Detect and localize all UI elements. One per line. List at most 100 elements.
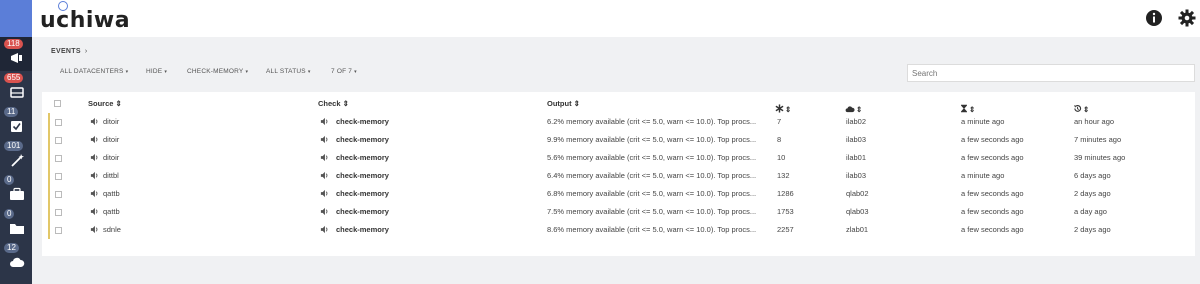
row-checkbox[interactable]: [55, 209, 62, 216]
age-cell: an hour ago: [1074, 117, 1115, 126]
source-cell[interactable]: ditoir: [103, 135, 119, 144]
row-checkbox[interactable]: [55, 137, 62, 144]
aggregates-count-badge: 0: [4, 175, 15, 185]
datacenter-cell: ilab03: [846, 171, 867, 180]
check-cell[interactable]: check-memory: [336, 171, 389, 180]
datacenter-cell: qlab03: [846, 207, 869, 216]
column-header-check[interactable]: Check ⇕: [318, 99, 349, 108]
check-cell[interactable]: check-memory: [336, 225, 389, 234]
sidebar-item-clients[interactable]: 655: [0, 71, 32, 105]
cloud-icon: [10, 257, 25, 267]
chevron-down-icon: ▾: [307, 69, 311, 75]
status-filter-dropdown[interactable]: ALL STATUS ▾: [266, 68, 311, 75]
occurrences-cell: 2257: [777, 225, 794, 234]
sidebar-item-checks[interactable]: 11: [0, 105, 32, 139]
sidebar-item-events[interactable]: 118: [0, 37, 32, 71]
volume-icon[interactable]: [90, 189, 99, 198]
output-cell: 6.4% memory available (crit <= 5.0, warn…: [547, 171, 757, 180]
sidebar: 118 655 11 101 0 0 12: [0, 0, 32, 284]
volume-icon[interactable]: [320, 171, 329, 180]
volume-icon[interactable]: [90, 207, 99, 216]
table-row[interactable]: qattb check-memory 6.8% memory available…: [48, 185, 1188, 203]
gear-icon[interactable]: [1178, 9, 1196, 27]
source-cell[interactable]: ditoir: [103, 117, 119, 126]
datacenter-filter-dropdown[interactable]: ALL DATACENTERS ▾: [60, 68, 128, 75]
last-seen-cell: a few seconds ago: [961, 135, 1024, 144]
warning-status-bar: [48, 185, 50, 203]
volume-icon[interactable]: [320, 135, 329, 144]
search-input[interactable]: [907, 64, 1195, 82]
asterisk-icon: [775, 104, 784, 113]
check-filter-dropdown[interactable]: CHECK-MEMORY ▾: [187, 68, 248, 75]
chevron-down-icon: ▾: [354, 69, 357, 75]
last-seen-cell: a few seconds ago: [961, 153, 1024, 162]
row-checkbox[interactable]: [55, 191, 62, 198]
logo-bubble-icon: [58, 1, 68, 11]
breadcrumb: EVENTS ›: [51, 48, 87, 55]
table-row[interactable]: sdnle check-memory 8.6% memory available…: [48, 221, 1188, 239]
clients-count-badge: 655: [4, 73, 24, 83]
volume-icon[interactable]: [90, 153, 99, 162]
chevron-down-icon: ▾: [125, 69, 129, 75]
row-checkbox[interactable]: [55, 155, 62, 162]
hide-filter-label: HIDE: [146, 68, 163, 75]
status-filter-label: ALL STATUS: [266, 68, 306, 75]
breadcrumb-events[interactable]: EVENTS: [51, 48, 81, 55]
column-header-output[interactable]: Output ⇕: [547, 99, 580, 108]
source-cell[interactable]: sdnle: [103, 225, 121, 234]
history-icon: [1074, 105, 1082, 112]
count-filter-dropdown[interactable]: 7 OF 7 ▾: [331, 68, 357, 75]
table-row[interactable]: ditoir check-memory 9.9% memory availabl…: [48, 131, 1188, 149]
sidebar-item-stashes[interactable]: 101: [0, 139, 32, 173]
volume-icon[interactable]: [320, 153, 329, 162]
row-checkbox[interactable]: [55, 119, 62, 126]
volume-icon[interactable]: [320, 207, 329, 216]
row-checkbox[interactable]: [55, 227, 62, 234]
output-cell: 7.5% memory available (crit <= 5.0, warn…: [547, 207, 757, 216]
source-cell[interactable]: dittbl: [103, 171, 119, 180]
output-cell: 6.2% memory available (crit <= 5.0, warn…: [547, 117, 757, 126]
column-header-source[interactable]: Source ⇕: [88, 99, 122, 108]
volume-icon[interactable]: [90, 135, 99, 144]
volume-icon[interactable]: [320, 189, 329, 198]
datacenter-filter-label: ALL DATACENTERS: [60, 68, 124, 75]
warning-status-bar: [48, 113, 50, 131]
last-seen-cell: a minute ago: [961, 117, 1005, 126]
volume-icon[interactable]: [320, 117, 329, 126]
source-cell[interactable]: ditoir: [103, 153, 119, 162]
warning-status-bar: [48, 131, 50, 149]
occurrences-cell: 7: [777, 117, 782, 126]
check-cell[interactable]: check-memory: [336, 153, 389, 162]
check-cell[interactable]: check-memory: [336, 135, 389, 144]
volume-icon[interactable]: [320, 225, 329, 234]
sidebar-item-aggregates[interactable]: 0: [0, 173, 32, 207]
select-all-checkbox[interactable]: [54, 100, 61, 107]
table-row[interactable]: dittbl check-memory 6.4% memory availabl…: [48, 167, 1188, 185]
chevron-down-icon: ▾: [164, 69, 168, 75]
check-cell[interactable]: check-memory: [336, 207, 389, 216]
occurrences-cell: 10: [777, 153, 786, 162]
table-row[interactable]: ditoir check-memory 5.6% memory availabl…: [48, 149, 1188, 167]
checks-count-badge: 11: [4, 107, 19, 117]
age-cell: 39 minutes ago: [1074, 153, 1126, 162]
brand-strip: [0, 0, 32, 37]
briefcase-icon: [10, 187, 24, 200]
stashes-count-badge: 101: [4, 141, 24, 151]
sidebar-item-silenced[interactable]: 0: [0, 207, 32, 241]
info-icon[interactable]: [1145, 9, 1163, 27]
source-cell[interactable]: qattb: [103, 207, 120, 216]
check-cell[interactable]: check-memory: [336, 189, 389, 198]
volume-icon[interactable]: [90, 117, 99, 126]
volume-icon[interactable]: [90, 225, 99, 234]
row-checkbox[interactable]: [55, 173, 62, 180]
table-row[interactable]: ditoir check-memory 6.2% memory availabl…: [48, 113, 1188, 131]
source-cell[interactable]: qattb: [103, 189, 120, 198]
app-logo[interactable]: uchiwa: [40, 8, 130, 33]
volume-icon[interactable]: [90, 171, 99, 180]
hide-filter-dropdown[interactable]: HIDE ▾: [146, 68, 167, 75]
age-cell: 2 days ago: [1074, 189, 1111, 198]
top-bar: uchiwa: [32, 0, 1200, 37]
table-row[interactable]: qattb check-memory 7.5% memory available…: [48, 203, 1188, 221]
check-cell[interactable]: check-memory: [336, 117, 389, 126]
sidebar-item-datacenters[interactable]: 12: [0, 241, 32, 275]
